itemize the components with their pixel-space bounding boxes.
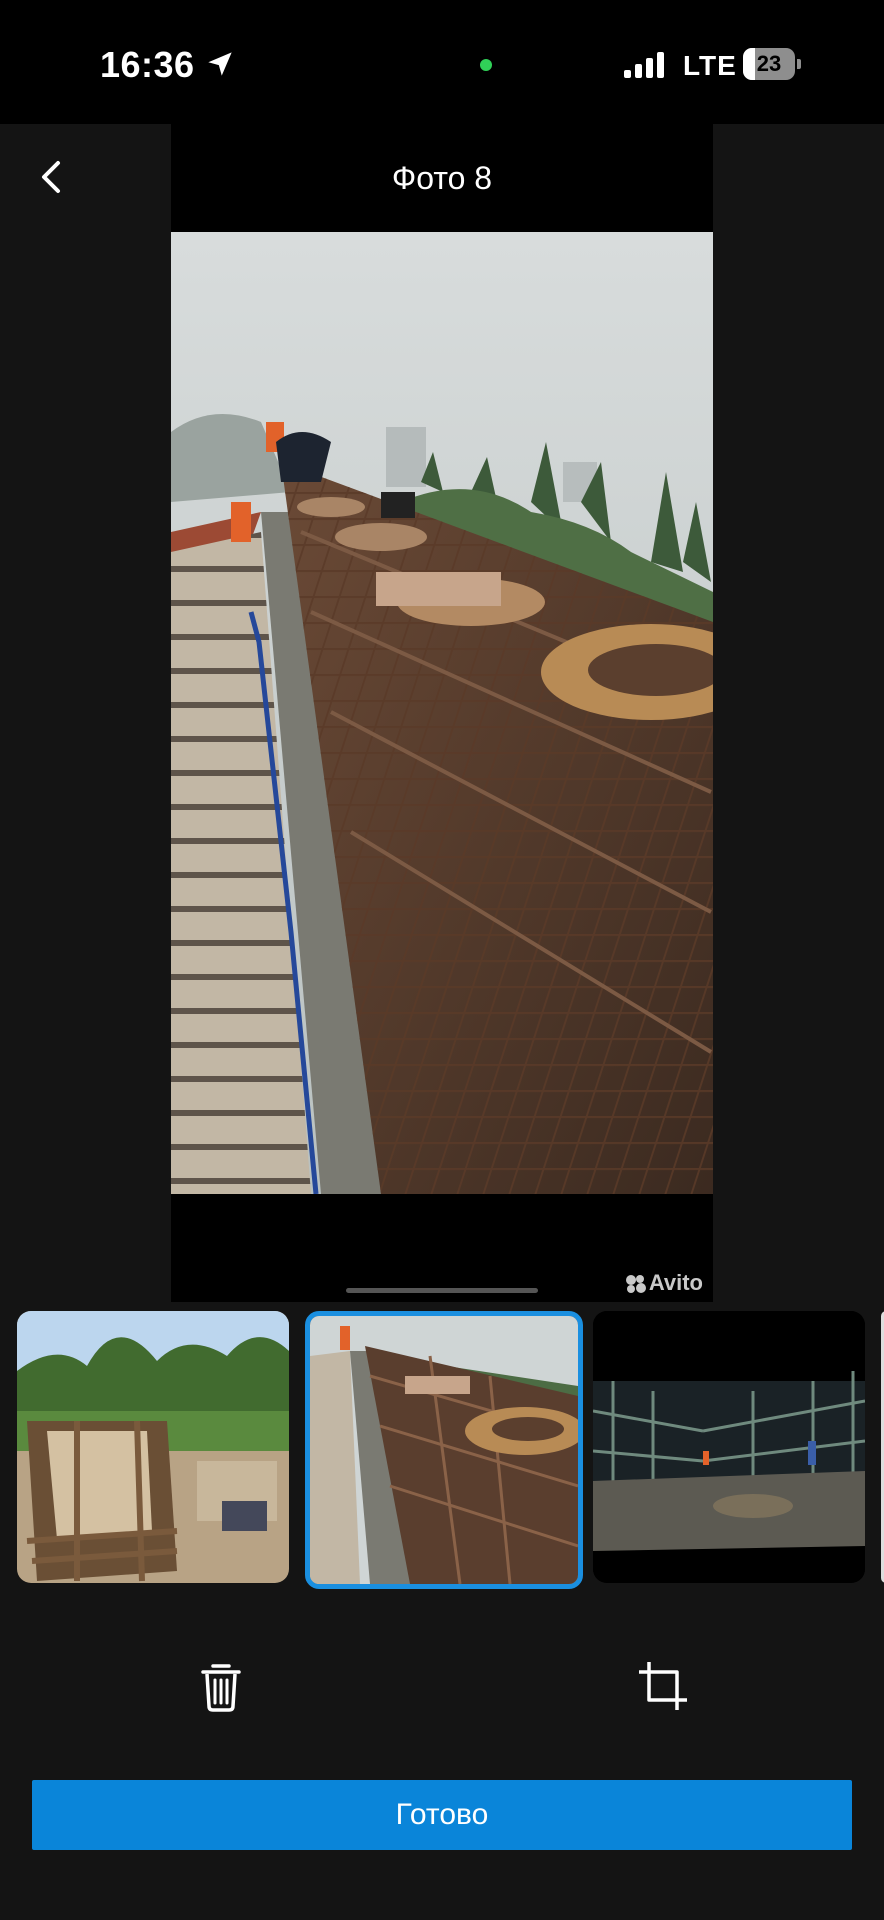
battery-icon: 23	[743, 48, 801, 80]
network-type: LTE	[683, 50, 737, 81]
construction-rebar-cage-photo	[171, 232, 713, 1194]
thumbnail-rebar-cage-with-flanges-selected[interactable]	[305, 1311, 583, 1589]
back-button[interactable]	[30, 155, 74, 199]
photo-viewer: Фото 8 Avito	[171, 124, 713, 1302]
signal-bars-icon	[624, 52, 664, 78]
privacy-indicator	[480, 59, 492, 71]
battery-level: 23	[756, 51, 782, 76]
viewer-title: Фото 8	[391, 160, 493, 196]
status-time: 16:36	[100, 44, 195, 85]
location-arrow-icon	[208, 52, 232, 76]
status-bar: 16:36 LTE 23	[0, 0, 884, 124]
done-button[interactable]: Готово	[32, 1780, 852, 1850]
avito-logo-icon	[625, 1275, 646, 1294]
thumbnail-wooden-formwork-foundation[interactable]	[17, 1311, 289, 1583]
home-indicator	[346, 1288, 538, 1293]
watermark-text: Avito	[648, 1270, 703, 1295]
crop-icon[interactable]	[633, 1656, 693, 1716]
trash-icon[interactable]	[191, 1656, 251, 1716]
avito-watermark: Avito	[625, 1270, 703, 1296]
thumbnail-night-scaffolding-site[interactable]	[593, 1311, 865, 1583]
